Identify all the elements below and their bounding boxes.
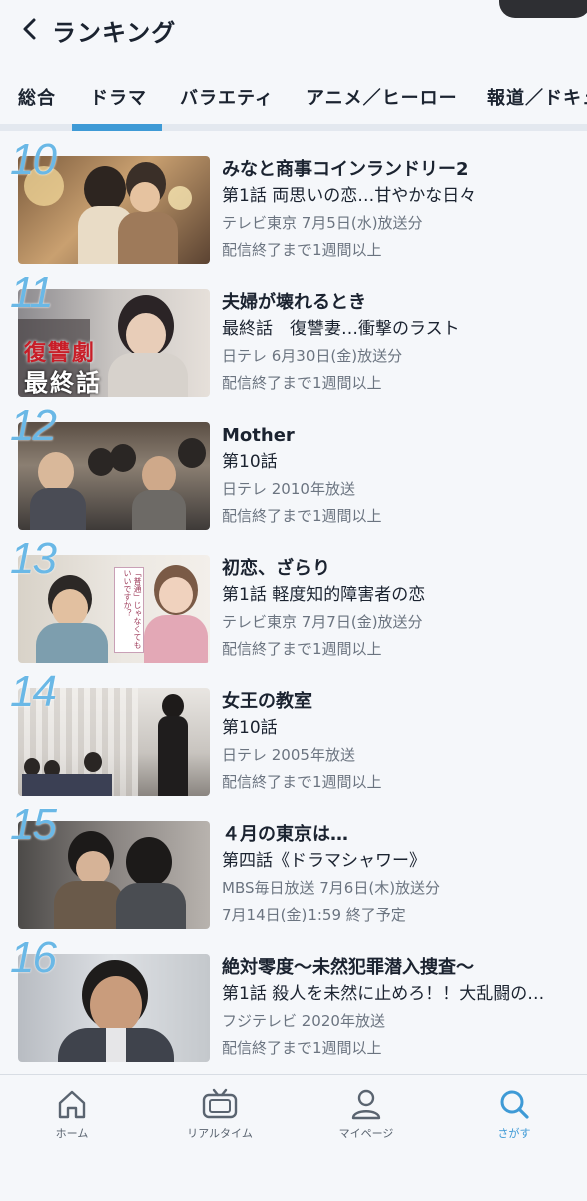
tab-overall[interactable]: 総合	[18, 84, 56, 110]
item-availability: 配信終了まで1週間以上	[222, 773, 382, 791]
tv-icon	[202, 1088, 238, 1119]
item-title: 絶対零度〜未然犯罪潜入捜査〜	[222, 957, 474, 978]
item-broadcast: 日テレ 6月30日(金)放送分	[222, 347, 403, 365]
nav-label: マイページ	[338, 1127, 394, 1140]
item-availability: 配信終了まで1週間以上	[222, 1039, 382, 1057]
rank-number: 11	[10, 268, 54, 317]
item-broadcast: テレビ東京 7月7日(金)放送分	[222, 613, 423, 631]
ranking-item[interactable]: 10 みなと商事コインランドリー2 第1話 両思いの恋…甘やかな日々 テレビ東京…	[0, 132, 587, 265]
item-broadcast: 日テレ 2005年放送	[222, 746, 355, 764]
nav-label: ホーム	[55, 1127, 89, 1140]
item-broadcast: テレビ東京 7月5日(水)放送分	[222, 214, 423, 232]
item-title: Mother	[222, 425, 295, 446]
nav-realtime[interactable]: リアルタイム	[160, 1087, 280, 1141]
rank-number: 12	[10, 401, 57, 450]
nav-search[interactable]: さがす	[454, 1087, 574, 1141]
item-episode: 最終話 復讐妻…衝撃のラスト	[222, 319, 460, 339]
thumbnail-caption: 最終話	[24, 369, 102, 397]
item-episode: 第1話 両思いの恋…甘やかな日々	[222, 186, 477, 206]
ranking-item[interactable]: 16 絶対零度〜未然犯罪潜入捜査〜 第1話 殺人を未然に止めろ！！大乱闘の… フ…	[0, 930, 587, 1063]
status-overlay	[499, 0, 587, 18]
thumbnail-caption: 「普通」じゃなくても いいですか？	[123, 569, 142, 649]
item-title: ４月の東京は…	[222, 824, 348, 845]
item-episode: 第10話	[222, 452, 278, 472]
header: ランキング	[0, 0, 587, 62]
category-tabs: 総合 ドラマ バラエティ アニメ／ヒーロー 報道／ドキュ	[0, 70, 587, 132]
item-meta: Mother 第10話 日テレ 2010年放送 配信終了まで1週間以上	[222, 422, 582, 530]
item-title: 夫婦が壊れるとき	[222, 292, 366, 313]
item-availability: 配信終了まで1週間以上	[222, 374, 382, 392]
tab-anime-hero[interactable]: アニメ／ヒーロー	[306, 84, 458, 110]
tab-news-documentary[interactable]: 報道／ドキュ	[487, 84, 587, 110]
item-broadcast: 日テレ 2010年放送	[222, 480, 355, 498]
nav-mypage[interactable]: マイページ	[306, 1087, 426, 1141]
chevron-left-icon[interactable]	[18, 16, 44, 42]
rank-number: 13	[10, 534, 57, 583]
item-meta: 女王の教室 第10話 日テレ 2005年放送 配信終了まで1週間以上	[222, 688, 582, 796]
item-title: みなと商事コインランドリー2	[222, 159, 469, 180]
rank-number: 15	[10, 800, 57, 849]
ranking-item[interactable]: 15 ４月の東京は… 第四話《ドラマシャワー》 MBS毎日放送 7月6日(木)放…	[0, 797, 587, 930]
item-meta: みなと商事コインランドリー2 第1話 両思いの恋…甘やかな日々 テレビ東京 7月…	[222, 156, 582, 264]
ranking-item[interactable]: 11 復讐劇 最終話 夫婦が壊れるとき 最終話 復讐妻…衝撃のラスト 日テレ 6…	[0, 265, 587, 398]
item-meta: 夫婦が壊れるとき 最終話 復讐妻…衝撃のラスト 日テレ 6月30日(金)放送分 …	[222, 289, 582, 397]
page-title: ランキング	[52, 19, 177, 47]
home-icon	[58, 1090, 86, 1119]
item-availability: 7月14日(金)1:59 終了予定	[222, 906, 406, 924]
tab-drama[interactable]: ドラマ	[90, 84, 147, 110]
ranking-item[interactable]: 12 Mother 第10話 日テレ 2010年放送 配信終了まで1週間以上	[0, 398, 587, 531]
item-broadcast: MBS毎日放送 7月6日(木)放送分	[222, 879, 441, 897]
item-episode: 第四話《ドラマシャワー》	[222, 851, 426, 871]
item-meta: 絶対零度〜未然犯罪潜入捜査〜 第1話 殺人を未然に止めろ！！大乱闘の… フジテレ…	[222, 954, 582, 1062]
search-icon	[500, 1090, 529, 1119]
item-title: 女王の教室	[222, 691, 312, 712]
active-tab-indicator	[72, 124, 162, 131]
ranking-item[interactable]: 14 女王の教室 第10話 日テレ 2005年放送 配信終了まで1週間以上	[0, 664, 587, 797]
item-episode: 第1話 殺人を未然に止めろ！！大乱闘の…	[222, 984, 545, 1004]
item-meta: ４月の東京は… 第四話《ドラマシャワー》 MBS毎日放送 7月6日(木)放送分 …	[222, 821, 582, 929]
item-availability: 配信終了まで1週間以上	[222, 507, 382, 525]
nav-label: さがす	[497, 1127, 531, 1140]
item-broadcast: フジテレビ 2020年放送	[222, 1012, 385, 1030]
item-title: 初恋、ざらり	[222, 558, 330, 579]
item-availability: 配信終了まで1週間以上	[222, 640, 382, 658]
rank-number: 14	[10, 667, 57, 716]
bottom-navigation: ホーム リアルタイム マイページ さがす	[0, 1074, 587, 1201]
user-icon	[351, 1089, 381, 1120]
tab-variety[interactable]: バラエティ	[180, 84, 274, 110]
item-meta: 初恋、ざらり 第1話 軽度知的障害者の恋 テレビ東京 7月7日(金)放送分 配信…	[222, 555, 582, 663]
item-episode: 第10話	[222, 718, 278, 738]
nav-label: リアルタイム	[187, 1127, 253, 1140]
rank-number: 16	[10, 933, 57, 982]
item-episode: 第1話 軽度知的障害者の恋	[222, 585, 426, 605]
nav-home[interactable]: ホーム	[12, 1087, 132, 1141]
item-availability: 配信終了まで1週間以上	[222, 241, 382, 259]
rank-number: 10	[10, 135, 57, 184]
ranking-item[interactable]: 13 「普通」じゃなくても いいですか？ 初恋、ざらり 第1話 軽度知的障害者の…	[0, 531, 587, 664]
